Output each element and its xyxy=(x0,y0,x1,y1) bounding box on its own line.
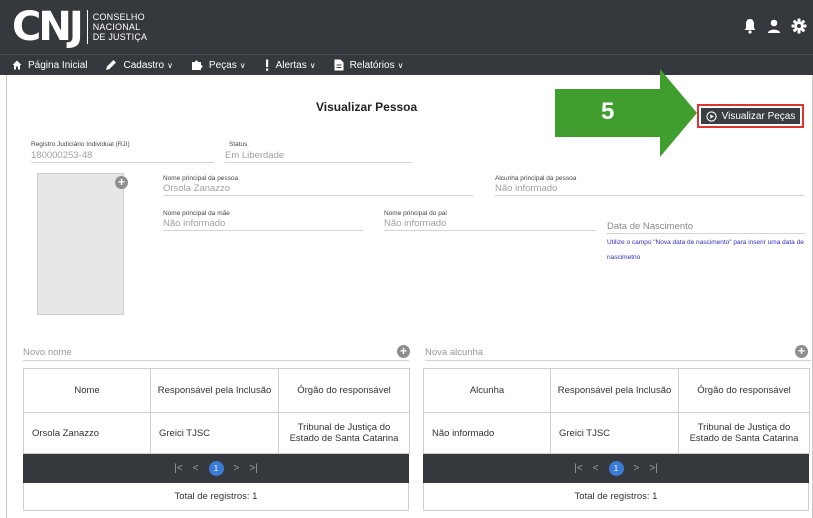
table-cell: Greici TJSC xyxy=(150,412,279,454)
table-cell: Tribunal de Justiça do Estado de Santa C… xyxy=(678,412,810,454)
view-pieces-button[interactable]: Visualizar Peças xyxy=(697,104,804,128)
nav-home[interactable]: Página Inicial xyxy=(12,55,87,76)
nav-pecas-label: Peças xyxy=(208,59,237,71)
last-page-button[interactable]: >| xyxy=(249,463,257,474)
column-header[interactable]: Órgão do responsável xyxy=(678,368,810,413)
last-page-button[interactable]: >| xyxy=(649,463,657,474)
table-cell: Não informado xyxy=(423,412,551,454)
puzzle-icon xyxy=(191,60,203,70)
column-header[interactable]: Responsável pela Inclusão xyxy=(150,368,279,413)
main-alias-field[interactable]: Não informado xyxy=(495,183,557,194)
current-page-button[interactable]: 1 xyxy=(208,461,224,476)
exclamation-icon xyxy=(265,59,268,71)
logo-text: CONSELHO NACIONAL DE JUSTIÇA xyxy=(93,12,148,42)
father-underline xyxy=(384,230,596,231)
annotation-arrow xyxy=(555,69,697,157)
logo-line-3: DE JUSTIÇA xyxy=(92,32,148,42)
table-row[interactable]: Orsola Zanazzo Greici TJSC Tribunal de J… xyxy=(23,412,410,454)
status-field[interactable]: Em Liberdade xyxy=(225,150,284,161)
mother-field[interactable]: Não informado xyxy=(163,218,225,229)
user-icon[interactable] xyxy=(767,18,781,34)
page-title: Visualizar Pessoa xyxy=(316,100,418,114)
main-alias-label: Alcunha principal da pessoa xyxy=(495,175,577,182)
logo-mark: CNJ xyxy=(12,4,84,50)
chevron-down-icon: ∨ xyxy=(397,60,404,70)
nav-relatorios[interactable]: Relatórios ∨ xyxy=(334,55,404,76)
main-name-underline xyxy=(163,195,473,196)
new-alias-input[interactable]: Nova alcunha xyxy=(425,347,483,358)
table-row[interactable]: Não informado Greici TJSC Tribunal de Ju… xyxy=(423,412,810,454)
header-actions xyxy=(743,18,807,34)
gear-icon[interactable] xyxy=(791,18,807,34)
rji-field[interactable]: 180000253-48 xyxy=(31,150,92,161)
table-cell: Orsola Zanazzo xyxy=(23,412,151,454)
column-header[interactable]: Responsável pela Inclusão xyxy=(550,368,679,413)
table-header-row: Nome Responsável pela Inclusão Órgão do … xyxy=(23,368,410,413)
nav-alertas-label: Alertas xyxy=(275,59,307,71)
father-field[interactable]: Não informado xyxy=(384,218,446,229)
document-icon xyxy=(334,59,344,71)
chevron-down-icon: ∨ xyxy=(167,60,173,70)
birth-date-field[interactable]: Data de Nascimento xyxy=(607,221,693,232)
cnj-logo[interactable]: CNJ CONSELHO NACIONAL DE JUSTIÇA xyxy=(12,6,147,48)
birth-date-underline xyxy=(607,233,805,234)
bell-icon[interactable] xyxy=(743,18,757,34)
prev-page-button[interactable]: < xyxy=(193,463,199,474)
mother-underline xyxy=(163,230,363,231)
nav-cadastro[interactable]: Cadastro ∨ xyxy=(105,55,173,76)
logo-line-2: NACIONAL xyxy=(92,22,141,32)
table-cell: Greici TJSC xyxy=(550,412,679,454)
chevron-down-icon: ∨ xyxy=(239,60,246,70)
column-header[interactable]: Alcunha xyxy=(423,368,551,413)
play-circle-icon xyxy=(705,110,717,122)
first-page-button[interactable]: |< xyxy=(174,463,182,474)
annotation-number: 5 xyxy=(601,98,615,125)
total-records: Total de registros: 1 xyxy=(23,483,409,511)
pencil-icon xyxy=(106,60,117,70)
father-label: Nome principal do pai xyxy=(384,210,447,217)
column-header[interactable]: Nome xyxy=(23,368,151,413)
birth-date-hint: Utilize o campo "Nova data de nascimento… xyxy=(607,239,804,261)
first-page-button[interactable]: |< xyxy=(574,463,582,474)
current-page-button[interactable]: 1 xyxy=(608,461,624,476)
new-name-input[interactable]: Novo nome xyxy=(23,347,72,358)
status-label: Status xyxy=(229,141,248,148)
main-name-label: Nome principal da pessoa xyxy=(163,175,239,182)
rji-underline xyxy=(31,162,214,163)
add-photo-icon[interactable]: + xyxy=(115,176,128,189)
logo-divider xyxy=(86,10,88,44)
status-underline xyxy=(225,162,412,163)
top-header: CNJ CONSELHO NACIONAL DE JUSTIÇA xyxy=(0,0,813,54)
table-cell: Tribunal de Justiça do Estado de Santa C… xyxy=(278,412,410,454)
mother-label: Nome principal da mãe xyxy=(163,210,230,217)
main-alias-underline xyxy=(495,195,805,196)
names-table: Nome Responsável pela Inclusão Órgão do … xyxy=(23,368,410,511)
new-name-underline xyxy=(23,360,409,361)
logo-line-1: CONSELHO xyxy=(92,12,145,22)
nav-alertas[interactable]: Alertas ∨ xyxy=(264,55,316,76)
person-photo xyxy=(37,173,124,315)
alias-table: Alcunha Responsável pela Inclusão Órgão … xyxy=(423,368,810,511)
rji-label: Registro Judiciário Individual (RJI) xyxy=(31,141,130,148)
table-header-row: Alcunha Responsável pela Inclusão Órgão … xyxy=(423,368,810,413)
column-header[interactable]: Órgão do responsável xyxy=(278,368,410,413)
pagination: |< < 1 > >| xyxy=(423,454,809,483)
nav-cadastro-label: Cadastro xyxy=(123,59,165,71)
chevron-down-icon: ∨ xyxy=(309,60,316,70)
home-icon xyxy=(12,60,22,70)
next-page-button[interactable]: > xyxy=(234,463,240,474)
nav-pecas[interactable]: Peças ∨ xyxy=(191,55,246,76)
new-alias-underline xyxy=(425,360,811,361)
nav-relatorios-label: Relatórios xyxy=(349,59,395,71)
view-pieces-label: Visualizar Peças xyxy=(721,110,796,122)
add-alias-icon[interactable]: + xyxy=(795,345,808,358)
nav-home-label: Página Inicial xyxy=(28,59,88,71)
add-name-icon[interactable]: + xyxy=(397,345,410,358)
prev-page-button[interactable]: < xyxy=(593,463,599,474)
pagination: |< < 1 > >| xyxy=(23,454,409,483)
total-records: Total de registros: 1 xyxy=(423,483,809,511)
next-page-button[interactable]: > xyxy=(634,463,640,474)
main-name-field[interactable]: Orsola Zanazzo xyxy=(163,183,230,194)
